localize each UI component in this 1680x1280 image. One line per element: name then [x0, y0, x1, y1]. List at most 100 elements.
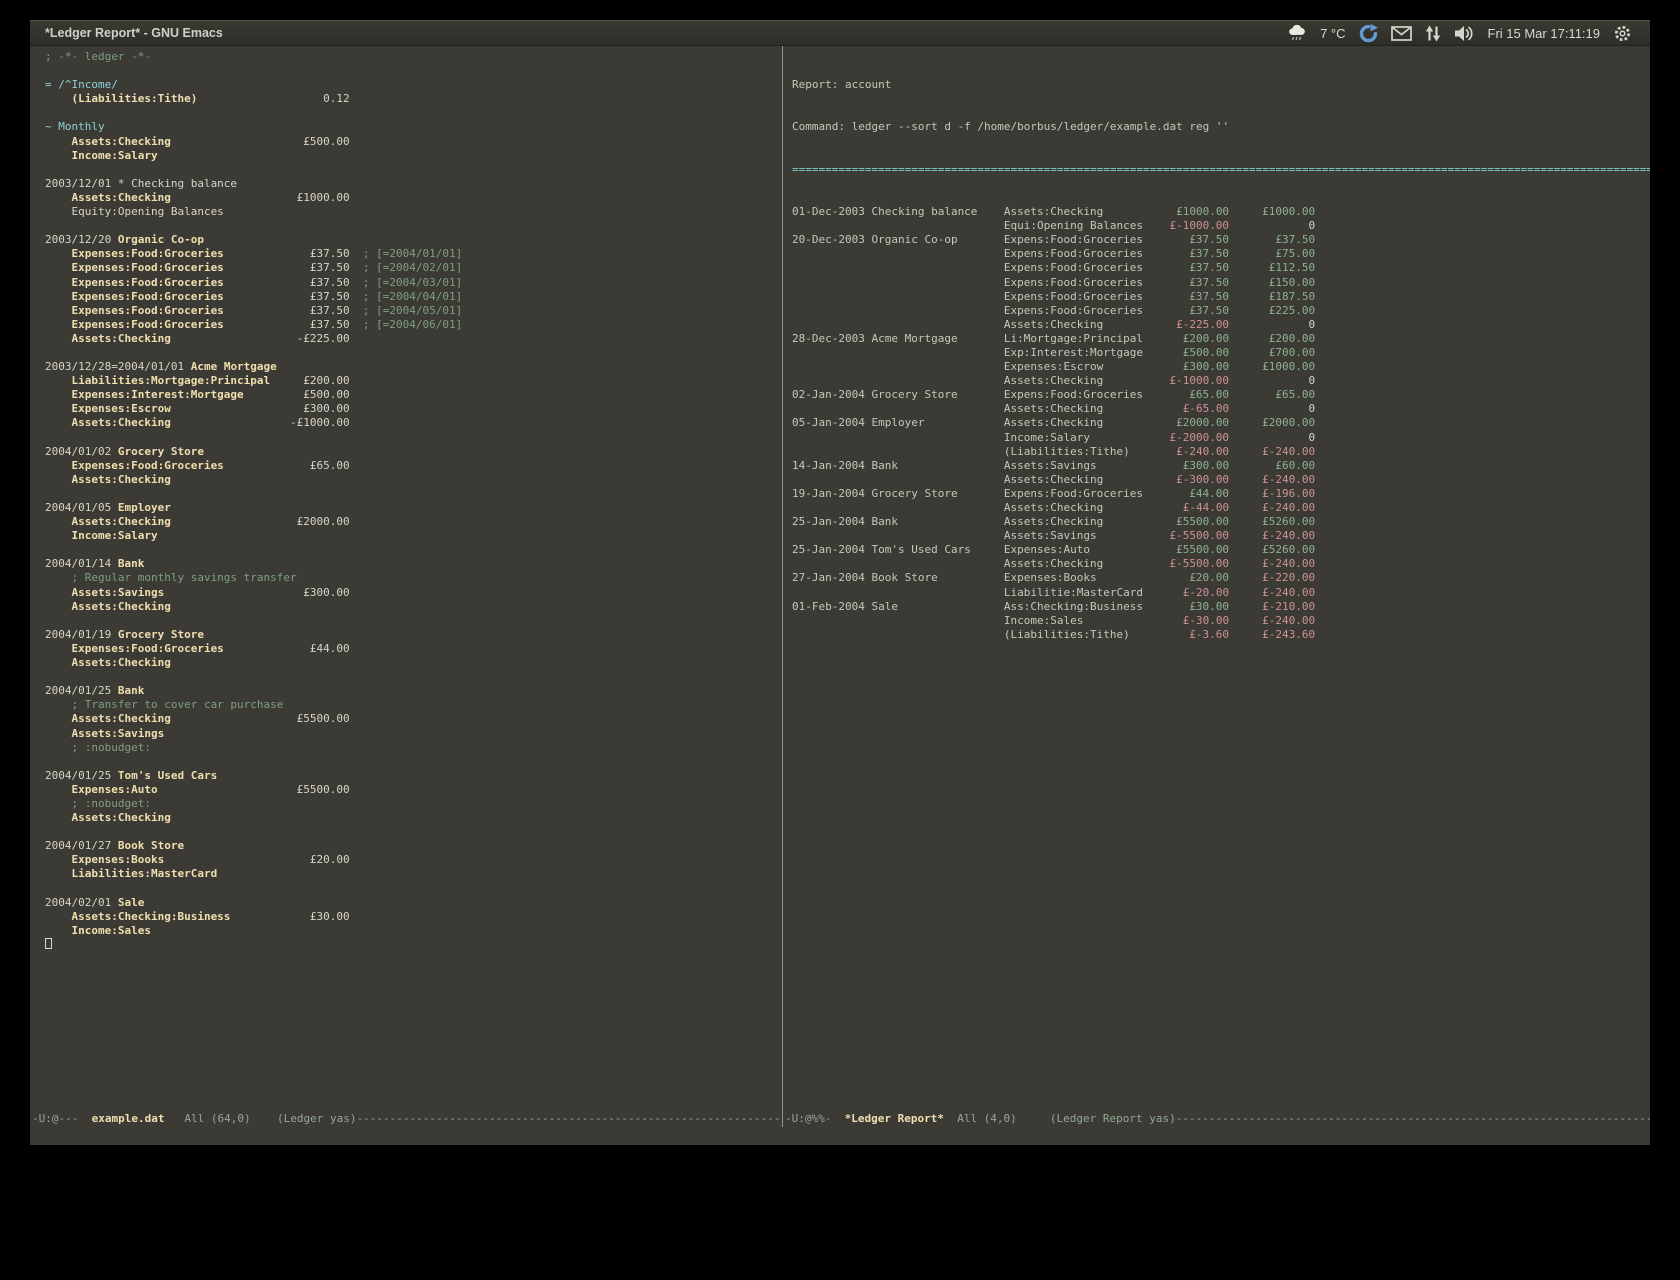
register-row[interactable]: 01-Dec-2003 Checking balanceAssets:Check… [792, 205, 1650, 219]
register-amount: £-1000.00 [1143, 219, 1229, 233]
ledger-report-window[interactable]: Report: account Command: ledger --sort d… [782, 46, 1650, 1127]
source-line: 2004/01/25 Bank [45, 684, 782, 698]
register-row[interactable]: Equi:Opening Balances£-1000.000 [792, 219, 1650, 233]
register-amount: £-1000.00 [1143, 374, 1229, 388]
source-line: ; -*- ledger -*- [45, 50, 782, 64]
register-account: Assets:Checking [1004, 501, 1143, 515]
register-row[interactable]: Assets:Checking£-1000.000 [792, 374, 1650, 388]
clock-label: Fri 15 Mar 17:11:19 [1488, 26, 1600, 41]
register-account: Exp:Interest:Mortgage [1004, 346, 1143, 360]
register-balance: £-240.00 [1229, 586, 1315, 600]
register-account: Assets:Checking [1004, 473, 1143, 487]
mail-icon[interactable] [1391, 26, 1412, 41]
register-row[interactable]: Assets:Checking£-225.000 [792, 318, 1650, 332]
register-row[interactable]: 19-Jan-2004 Grocery StoreExpens:Food:Gro… [792, 487, 1650, 501]
register-row[interactable]: Income:Salary£-2000.000 [792, 431, 1650, 445]
modeline-dashes: ----------------------------------------… [1176, 1110, 1650, 1127]
left-modeline[interactable]: -U:@--- example.dat All (64,0) (Ledger y… [30, 1110, 782, 1127]
refresh-icon[interactable] [1359, 24, 1378, 43]
register-amount: £300.00 [1143, 360, 1229, 374]
register-date-payee [792, 586, 1004, 600]
register-row[interactable]: 25-Jan-2004 BankAssets:Checking£5500.00£… [792, 515, 1650, 529]
register-row[interactable]: Expens:Food:Groceries£37.50£75.00 [792, 247, 1650, 261]
register-row[interactable]: Assets:Checking£-65.000 [792, 402, 1650, 416]
source-line: Assets:Checking [45, 656, 782, 670]
source-line: Assets:Checking £500.00 [45, 135, 782, 149]
register-balance: £65.00 [1229, 388, 1315, 402]
minibuffer[interactable] [30, 1127, 1650, 1145]
source-line [45, 346, 782, 360]
modeline-buffer-name: example.dat [92, 1110, 165, 1127]
ledger-buffer[interactable]: ; -*- ledger -*-= /^Income/ (Liabilities… [30, 46, 782, 1110]
source-line: Liabilities:Mortgage:Principal £200.00 [45, 374, 782, 388]
report-buffer[interactable]: Report: account Command: ledger --sort d… [783, 46, 1650, 1110]
register-row[interactable]: 20-Dec-2003 Organic Co-opExpens:Food:Gro… [792, 233, 1650, 247]
register-date-payee: 01-Dec-2003 Checking balance [792, 205, 1004, 219]
register-date-payee [792, 557, 1004, 571]
register-row[interactable]: 25-Jan-2004 Tom's Used CarsExpenses:Auto… [792, 543, 1650, 557]
power-gear-icon[interactable] [1613, 24, 1632, 43]
source-line: Income:Salary [45, 149, 782, 163]
register-date-payee [792, 360, 1004, 374]
register-date-payee [792, 247, 1004, 261]
register-balance: £112.50 [1229, 261, 1315, 275]
register-balance: £75.00 [1229, 247, 1315, 261]
volume-icon[interactable] [1454, 25, 1475, 42]
register-row[interactable]: Expenses:Escrow£300.00£1000.00 [792, 360, 1650, 374]
modeline-buffer-name: *Ledger Report* [845, 1110, 944, 1127]
window-titlebar[interactable]: *Ledger Report* - GNU Emacs 7 °C [30, 20, 1650, 46]
register-row[interactable]: Liabilitie:MasterCard£-20.00£-240.00 [792, 586, 1650, 600]
register-row[interactable]: Expens:Food:Groceries£37.50£187.50 [792, 290, 1650, 304]
modeline-dashes: ----------------------------------------… [357, 1110, 782, 1127]
ledger-file-window[interactable]: ; -*- ledger -*-= /^Income/ (Liabilities… [30, 46, 782, 1127]
register-balance: £225.00 [1229, 304, 1315, 318]
register-date-payee [792, 614, 1004, 628]
register-row[interactable]: Assets:Checking£-300.00£-240.00 [792, 473, 1650, 487]
register-amount: £37.50 [1143, 233, 1229, 247]
register-balance: £-240.00 [1229, 557, 1315, 571]
register-row[interactable]: 27-Jan-2004 Book StoreExpenses:Books£20.… [792, 571, 1650, 585]
register-row[interactable]: (Liabilities:Tithe)£-240.00£-240.00 [792, 445, 1650, 459]
source-line: 2003/12/01 * Checking balance [45, 177, 782, 191]
register-balance: £-243.60 [1229, 628, 1315, 642]
source-line: Expenses:Food:Groceries £37.50 ; [=2004/… [45, 290, 782, 304]
register-row[interactable]: Assets:Savings£-5500.00£-240.00 [792, 529, 1650, 543]
source-line: ; Transfer to cover car purchase [45, 698, 782, 712]
register-row[interactable]: Assets:Checking£-44.00£-240.00 [792, 501, 1650, 515]
register-row[interactable]: Expens:Food:Groceries£37.50£225.00 [792, 304, 1650, 318]
source-line: Income:Sales [45, 924, 782, 938]
register-account: Income:Salary [1004, 431, 1143, 445]
register-row[interactable]: Exp:Interest:Mortgage£500.00£700.00 [792, 346, 1650, 360]
register-row[interactable]: 01-Feb-2004 SaleAss:Checking:Business£30… [792, 600, 1650, 614]
register-date-payee: 25-Jan-2004 Bank [792, 515, 1004, 529]
right-modeline[interactable]: -U:@%%- *Ledger Report* All (4,0) (Ledge… [783, 1110, 1650, 1127]
source-line: ~ Monthly [45, 120, 782, 134]
register-account: Expens:Food:Groceries [1004, 290, 1143, 304]
modeline-position-modes: All (4,0) (Ledger Report yas) [944, 1110, 1176, 1127]
register-row[interactable]: 28-Dec-2003 Acme MortgageLi:Mortgage:Pri… [792, 332, 1650, 346]
weather-icon[interactable] [1287, 24, 1307, 42]
source-line [45, 614, 782, 628]
register-amount: £37.50 [1143, 261, 1229, 275]
register-row[interactable]: (Liabilities:Tithe)£-3.60£-243.60 [792, 628, 1650, 642]
register-account: Expens:Food:Groceries [1004, 233, 1143, 247]
source-line: ; :nobudget: [45, 797, 782, 811]
register-amount: £-5500.00 [1143, 557, 1229, 571]
register-row[interactable]: Expens:Food:Groceries£37.50£150.00 [792, 276, 1650, 290]
emacs-frame: *Ledger Report* - GNU Emacs 7 °C [30, 20, 1650, 1145]
register-account: Expenses:Escrow [1004, 360, 1143, 374]
system-tray: 7 °C Fri 15 Mar 17:11:19 [1287, 24, 1632, 43]
source-line: Assets:Checking [45, 600, 782, 614]
source-line: Liabilities:MasterCard [45, 867, 782, 881]
register-row[interactable]: 05-Jan-2004 EmployerAssets:Checking£2000… [792, 416, 1650, 430]
register-row[interactable]: Income:Sales£-30.00£-240.00 [792, 614, 1650, 628]
register-row[interactable]: 14-Jan-2004 BankAssets:Savings£300.00£60… [792, 459, 1650, 473]
register-row[interactable]: 02-Jan-2004 Grocery StoreExpens:Food:Gro… [792, 388, 1650, 402]
register-balance: 0 [1229, 219, 1315, 233]
register-date-payee: 05-Jan-2004 Employer [792, 416, 1004, 430]
register-date-payee [792, 219, 1004, 233]
network-icon[interactable] [1425, 25, 1441, 42]
register-date-payee: 14-Jan-2004 Bank [792, 459, 1004, 473]
register-row[interactable]: Assets:Checking£-5500.00£-240.00 [792, 557, 1650, 571]
register-row[interactable]: Expens:Food:Groceries£37.50£112.50 [792, 261, 1650, 275]
